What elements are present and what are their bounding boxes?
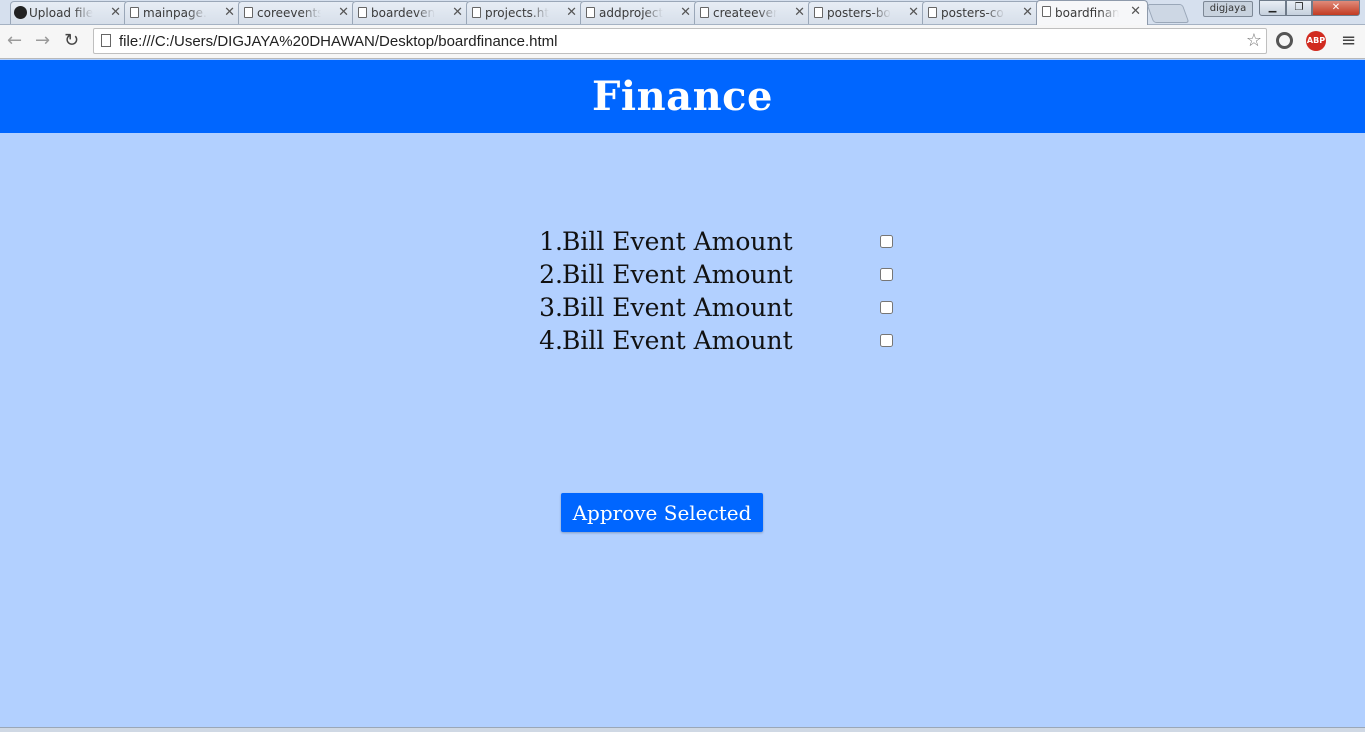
bill-label: Bill Event Amount <box>562 227 793 256</box>
bill-number: 3. <box>539 293 563 322</box>
close-tab-icon[interactable]: ✕ <box>908 5 919 20</box>
bill-number: 4. <box>539 326 563 355</box>
tab-label: coreevents <box>257 6 321 20</box>
taskbar-edge <box>0 727 1365 732</box>
close-tab-icon[interactable]: ✕ <box>1130 4 1141 19</box>
page-header: Finance <box>0 60 1365 133</box>
github-icon <box>14 6 27 19</box>
tab-mainpage[interactable]: mainpage.h ✕ <box>124 1 242 24</box>
tab-label: posters-co <box>941 6 1004 20</box>
bill-checkbox[interactable] <box>880 334 893 347</box>
new-tab-button[interactable] <box>1146 4 1190 23</box>
list-item: 4. Bill Event Amount <box>420 324 900 357</box>
close-tab-icon[interactable]: ✕ <box>794 5 805 20</box>
browser-toolbar: ← → ↻ ☆ ABP ≡ <box>0 25 1365 59</box>
bill-checkbox[interactable] <box>880 268 893 281</box>
back-arrow-icon[interactable]: ← <box>7 31 22 51</box>
tab-boardfinance[interactable]: boardfinan ✕ <box>1036 0 1148 25</box>
restore-icon[interactable]: ❐ <box>1286 0 1312 16</box>
page-icon <box>358 7 367 18</box>
page-icon <box>586 7 595 18</box>
tab-posters-core[interactable]: posters-co ✕ <box>922 1 1040 24</box>
tab-label: addproject <box>599 6 663 20</box>
tab-projects[interactable]: projects.ht ✕ <box>466 1 584 24</box>
list-item: 2. Bill Event Amount <box>420 258 900 291</box>
bill-number: 1. <box>539 227 563 256</box>
bill-checkbox[interactable] <box>880 235 893 248</box>
tab-label: createeven <box>713 6 777 20</box>
bill-label: Bill Event Amount <box>562 293 793 322</box>
url-input[interactable] <box>119 32 1229 50</box>
approve-selected-button[interactable]: Approve Selected <box>561 493 763 532</box>
bill-list: 1. Bill Event Amount 2. Bill Event Amoun… <box>420 225 900 357</box>
bill-label: Bill Event Amount <box>562 260 793 289</box>
forward-arrow-icon[interactable]: → <box>35 31 50 51</box>
page-icon <box>244 7 253 18</box>
page-icon <box>472 7 481 18</box>
bill-checkbox[interactable] <box>880 301 893 314</box>
bill-number: 2. <box>539 260 563 289</box>
list-item: 3. Bill Event Amount <box>420 291 900 324</box>
close-tab-icon[interactable]: ✕ <box>1022 5 1033 20</box>
tab-label: boardevent <box>371 6 435 20</box>
tab-label: Upload file <box>29 6 93 20</box>
tab-label: projects.ht <box>485 6 549 20</box>
close-tab-icon[interactable]: ✕ <box>224 5 235 20</box>
page-title: Finance <box>592 73 773 120</box>
tab-strip: Upload file ✕ mainpage.h ✕ coreevents ✕ … <box>0 0 1365 25</box>
address-bar[interactable]: ☆ <box>93 28 1267 54</box>
page-icon <box>814 7 823 18</box>
bookmark-star-icon[interactable]: ☆ <box>1246 30 1262 51</box>
reload-icon[interactable]: ↻ <box>64 31 79 51</box>
extension-ring-icon[interactable] <box>1276 32 1293 49</box>
minimize-icon[interactable]: ▁ <box>1259 0 1286 16</box>
tab-label: boardfinan <box>1055 6 1119 20</box>
close-tab-icon[interactable]: ✕ <box>452 5 463 20</box>
close-tab-icon[interactable]: ✕ <box>110 5 121 20</box>
tab-label: mainpage.h <box>143 6 207 20</box>
tab-posters-board[interactable]: posters-bo ✕ <box>808 1 926 24</box>
hamburger-menu-icon[interactable]: ≡ <box>1341 30 1356 51</box>
profile-button[interactable]: digjaya <box>1203 1 1253 17</box>
page-icon <box>1042 6 1051 17</box>
tab-upload-file[interactable]: Upload file ✕ <box>10 1 128 24</box>
page-icon <box>700 7 709 18</box>
list-item: 1. Bill Event Amount <box>420 225 900 258</box>
page-icon <box>101 34 111 47</box>
page-icon <box>928 7 937 18</box>
close-tab-icon[interactable]: ✕ <box>680 5 691 20</box>
adblock-plus-icon[interactable]: ABP <box>1306 31 1326 51</box>
tab-boardevent[interactable]: boardevent ✕ <box>352 1 470 24</box>
tab-addproject[interactable]: addproject ✕ <box>580 1 698 24</box>
tab-label: posters-bo <box>827 6 891 20</box>
bill-label: Bill Event Amount <box>562 326 793 355</box>
tab-createevent[interactable]: createeven ✕ <box>694 1 812 24</box>
close-tab-icon[interactable]: ✕ <box>566 5 577 20</box>
page-icon <box>130 7 139 18</box>
tab-coreevents[interactable]: coreevents ✕ <box>238 1 356 24</box>
window-close-icon[interactable]: ✕ <box>1312 0 1360 16</box>
close-tab-icon[interactable]: ✕ <box>338 5 349 20</box>
